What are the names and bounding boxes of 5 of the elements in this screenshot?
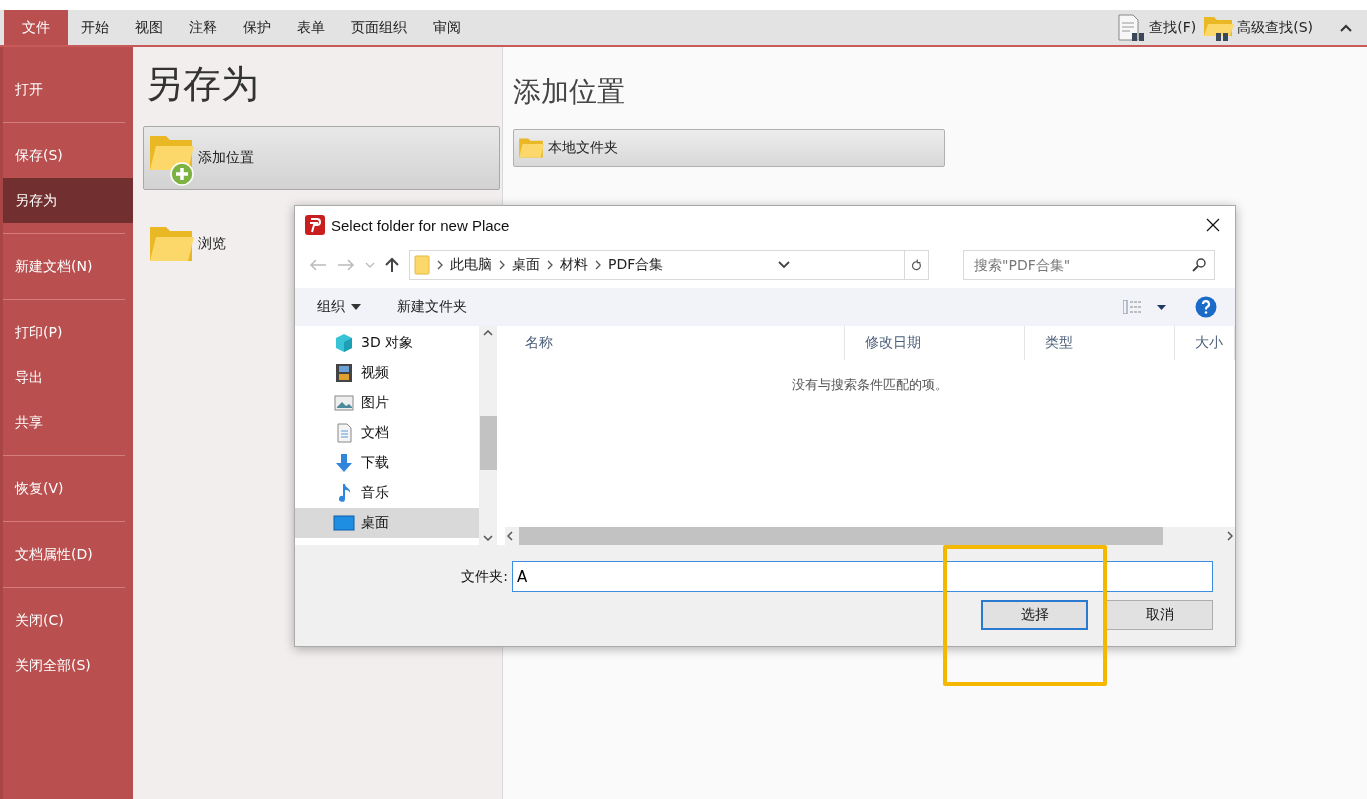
page-title: 另存为 [144, 61, 260, 108]
folder-label: 文件夹: [461, 567, 508, 586]
empty-message: 没有与搜索条件匹配的项。 [792, 377, 948, 392]
dialog-title: Select folder for new Place [331, 216, 510, 234]
section-title: 添加位置 [513, 74, 626, 110]
